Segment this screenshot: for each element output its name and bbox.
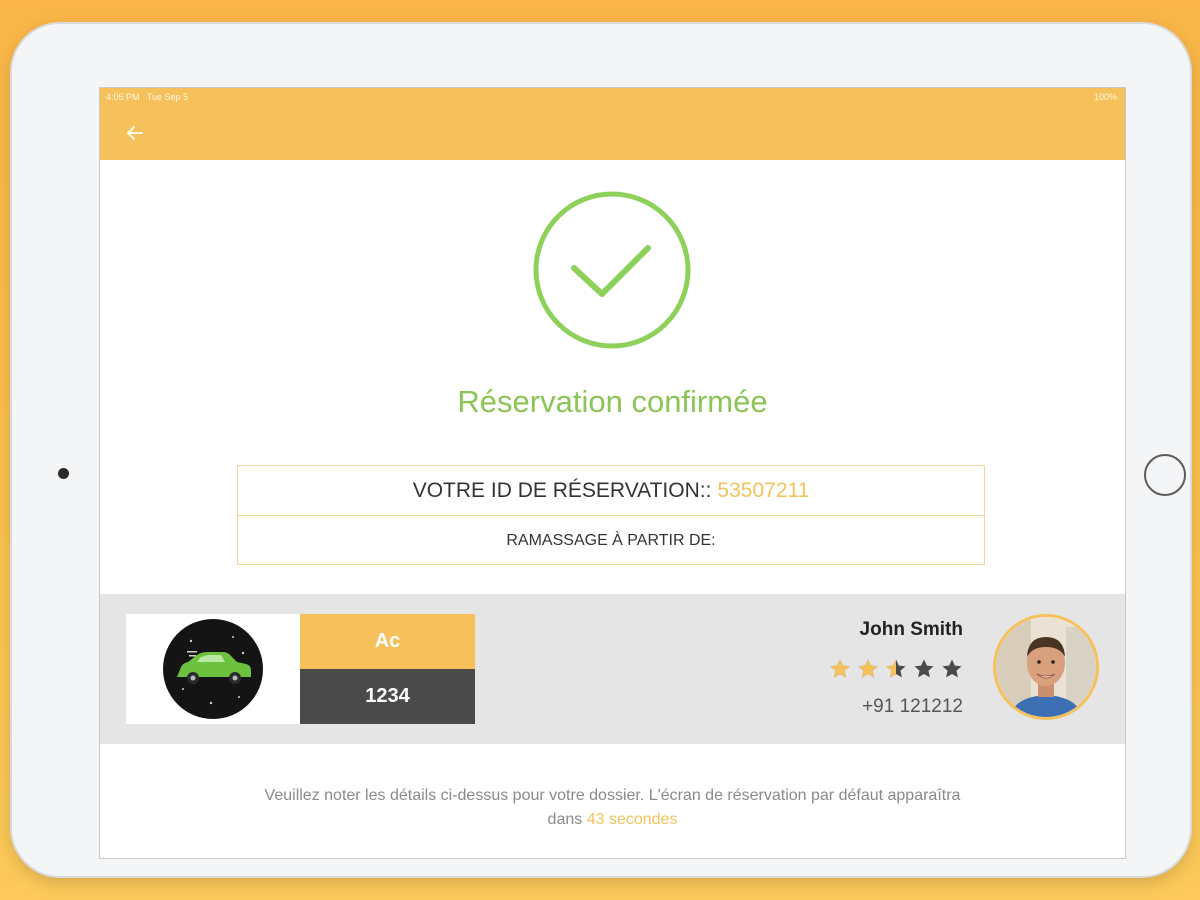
tablet-frame: 4:05 PM Tue Sep 5 100% Réservation confi… [12,24,1190,876]
status-date: Tue Sep 5 [146,92,189,102]
status-time: 4:05 PM [106,92,140,102]
check-circle-icon [532,190,692,350]
status-battery: 100% [1093,92,1117,102]
booking-id-label: VOTRE ID DE RÉSERVATION:: [412,478,712,502]
star-icon [830,659,850,678]
car-icon [163,619,263,719]
pickup-label: RAMASSAGE À PARTIR DE: [506,531,716,549]
driver-avatar [993,614,1099,720]
driver-vehicle-band: Ac 1234 John Smith +91 121212 [100,594,1125,744]
driver-phone[interactable]: +91 121212 [862,696,963,718]
status-bar: 4:05 PM Tue Sep 5 100% [100,88,1125,106]
star-icon [942,659,962,678]
camera [58,468,69,479]
booking-id-value: 53507211 [717,478,810,502]
star-icon [914,659,934,678]
driver-rating [829,658,963,680]
driver-name: John Smith [859,619,963,640]
app-screen: 4:05 PM Tue Sep 5 100% Réservation confi… [100,88,1125,858]
booking-info-box: VOTRE ID DE RÉSERVATION:: 53507211 RAMAS… [237,465,985,565]
footer-note: Veuillez noter les détails ci-dessus pou… [250,784,975,832]
vehicle-type: Ac [300,614,475,669]
pickup-row: RAMASSAGE À PARTIR DE: [238,516,984,565]
countdown: 43 secondes [586,811,678,828]
booking-id-row: VOTRE ID DE RÉSERVATION:: 53507211 [238,466,984,516]
home-button[interactable] [1144,454,1186,496]
star-icon [886,659,906,678]
back-arrow-icon[interactable] [120,118,150,148]
star-icon [858,659,878,678]
app-bar [100,106,1125,160]
vehicle-plate: 1234 [300,669,475,724]
vehicle-card [126,614,300,724]
confirmation-title: Réservation confirmée [457,384,768,419]
